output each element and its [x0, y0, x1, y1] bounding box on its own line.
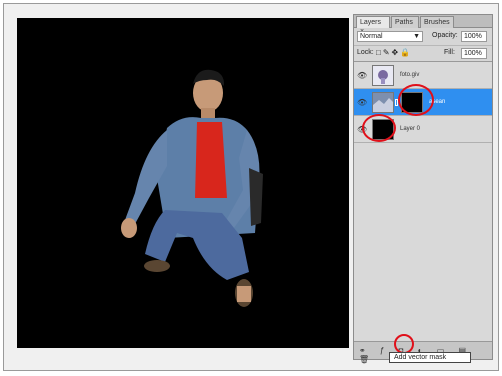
layer-name: foto.giv [400, 72, 420, 78]
lock-icons[interactable]: □✎✥🔒 [376, 48, 412, 57]
layer-thumbnail [372, 65, 394, 86]
blend-row: Normal ▼ Opacity: 100% [354, 30, 492, 43]
eye-icon[interactable]: 👁 [357, 71, 367, 80]
tab-layers[interactable]: Layers × [356, 16, 390, 35]
tooltip: Add vector mask [389, 352, 471, 363]
fill-label: Fill: [444, 49, 455, 56]
blend-mode-select[interactable]: Normal ▼ [357, 31, 423, 42]
chevron-down-icon: ▼ [413, 33, 420, 40]
blend-mode-value: Normal [360, 33, 383, 40]
opacity-label: Opacity: [432, 32, 458, 39]
layers-panel: Layers × Paths Brushes Normal ▼ Opacity:… [353, 14, 493, 364]
fill-input[interactable]: 100% [461, 48, 487, 59]
opacity-input[interactable]: 100% [461, 31, 487, 42]
highlight-ring [362, 114, 396, 142]
document-canvas[interactable] [17, 18, 349, 348]
app-window: Layers × Paths Brushes Normal ▼ Opacity:… [3, 3, 499, 371]
tab-brushes[interactable]: Brushes [420, 16, 454, 28]
tab-paths[interactable]: Paths [391, 16, 419, 28]
person-photo [121, 69, 263, 307]
eye-icon[interactable]: 👁 [357, 98, 367, 107]
highlight-ring [398, 84, 434, 116]
lock-row: Lock: □✎✥🔒 Fill: 100% [354, 45, 492, 59]
panel-tabs: Layers × Paths Brushes [354, 15, 492, 35]
lock-label: Lock: [357, 49, 374, 56]
highlight-ring [394, 334, 414, 354]
layer-name: Layer 0 [400, 126, 421, 132]
layer-thumbnail [372, 92, 394, 113]
